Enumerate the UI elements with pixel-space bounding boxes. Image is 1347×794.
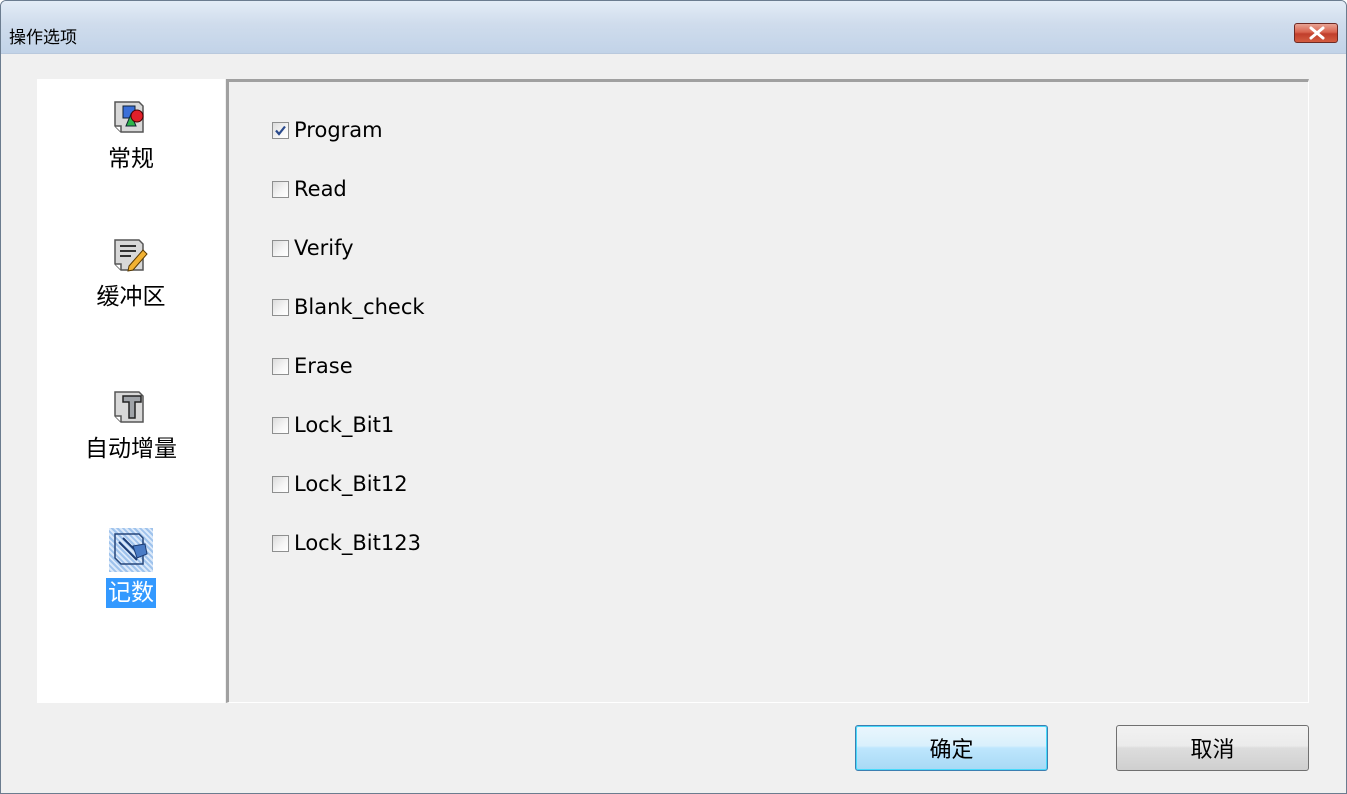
option-lock-bit123[interactable]: Lock_Bit123 (272, 529, 421, 557)
checkbox[interactable] (272, 180, 289, 198)
checkbox[interactable] (272, 357, 289, 375)
option-verify[interactable]: Verify (272, 234, 354, 262)
tally-icon (109, 528, 153, 572)
option-label: Lock_Bit1 (294, 413, 395, 437)
option-label: Read (294, 177, 347, 201)
ok-button[interactable]: 确定 (855, 725, 1048, 771)
title-bar[interactable]: 操作选项 (1, 1, 1346, 54)
option-blank-check[interactable]: Blank_check (272, 293, 425, 321)
options-panel: Program Read Verify Blank_check Erase Lo… (226, 79, 1309, 703)
sidebar-item-label: 缓冲区 (96, 284, 166, 310)
option-label: Lock_Bit12 (294, 472, 408, 496)
checkbox[interactable] (272, 534, 289, 552)
option-read[interactable]: Read (272, 175, 347, 203)
checkmark-icon (275, 125, 286, 136)
sidebar-item-label: 自动增量 (85, 436, 177, 462)
option-lock-bit12[interactable]: Lock_Bit12 (272, 470, 408, 498)
sidebar-item-count[interactable]: 记数 (37, 528, 225, 608)
sidebar-item-auto-increment[interactable]: 自动增量 (37, 388, 225, 464)
checkbox[interactable] (272, 239, 289, 257)
option-label: Program (294, 118, 383, 142)
pencil-document-icon (111, 236, 151, 276)
checkbox[interactable] (272, 416, 289, 434)
cancel-button[interactable]: 取消 (1116, 725, 1309, 771)
close-button[interactable] (1294, 23, 1338, 43)
sidebar-item-label: 记数 (106, 578, 156, 608)
option-erase[interactable]: Erase (272, 352, 353, 380)
option-lock-bit1[interactable]: Lock_Bit1 (272, 411, 394, 439)
option-label: Lock_Bit123 (294, 531, 421, 555)
checkbox[interactable] (272, 298, 289, 316)
sidebar-item-general[interactable]: 常规 (37, 98, 225, 174)
text-t-icon (111, 388, 151, 428)
sidebar-item-buffer[interactable]: 缓冲区 (37, 236, 225, 312)
option-label: Erase (294, 354, 353, 378)
option-label: Verify (294, 236, 354, 260)
option-program[interactable]: Program (272, 116, 383, 144)
checkbox[interactable] (272, 121, 289, 139)
shapes-icon (111, 98, 151, 138)
checkbox[interactable] (272, 475, 289, 493)
window-title: 操作选项 (9, 28, 77, 48)
category-sidebar: 常规 缓冲区 自动增量 记数 (37, 79, 225, 703)
option-label: Blank_check (294, 295, 425, 319)
sidebar-item-label: 常规 (108, 146, 154, 172)
close-icon (1309, 26, 1325, 40)
